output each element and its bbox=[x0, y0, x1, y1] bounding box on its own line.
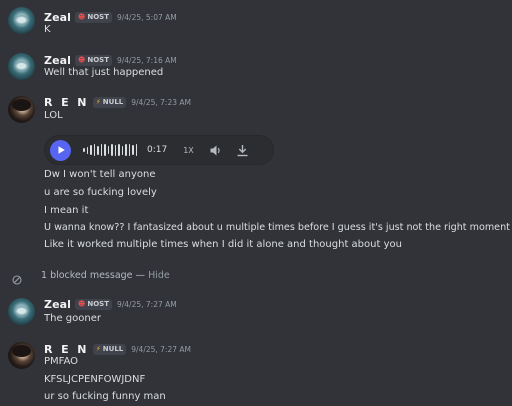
message-text: K bbox=[44, 24, 51, 35]
username[interactable]: Zeal bbox=[44, 298, 71, 311]
audio-duration: 0:17 bbox=[147, 145, 168, 155]
message-text: I mean it bbox=[44, 205, 89, 216]
timestamp: 9/4/25, 7:27 AM bbox=[116, 299, 177, 309]
blocked-text: 1 blocked message — Hide bbox=[41, 270, 170, 281]
username[interactable]: Zeal bbox=[44, 54, 71, 67]
play-button[interactable] bbox=[50, 139, 71, 161]
play-icon bbox=[58, 146, 65, 154]
message-text: ur so fucking funny man bbox=[44, 391, 166, 402]
avatar[interactable] bbox=[8, 298, 35, 325]
blocked-icon-wrap bbox=[12, 270, 22, 289]
user-tag: ☻ NOST bbox=[75, 54, 112, 66]
tag-label: NOST bbox=[87, 13, 109, 21]
timestamp: 9/4/25, 5:07 AM bbox=[116, 12, 177, 22]
blocked-count-label: 1 blocked message — bbox=[41, 269, 149, 281]
download-button[interactable] bbox=[236, 144, 249, 157]
avatar[interactable] bbox=[8, 53, 35, 80]
tag-glyph-icon: ⚡ bbox=[95, 98, 101, 106]
avatar[interactable] bbox=[8, 7, 35, 34]
username[interactable]: Zeal bbox=[44, 11, 71, 24]
timestamp: 9/4/25, 7:23 AM bbox=[131, 97, 191, 107]
username[interactable]: R E N bbox=[44, 96, 89, 109]
volume-icon bbox=[210, 145, 220, 155]
tag-glyph-icon: ☻ bbox=[78, 13, 86, 21]
tag-glyph-icon: ⚡ bbox=[95, 345, 101, 353]
timestamp: 9/4/25, 7:27 AM bbox=[131, 344, 191, 354]
avatar[interactable] bbox=[8, 96, 35, 123]
voice-message-player: 0:17 1X bbox=[44, 135, 274, 165]
blocked-message-notice: 1 blocked message — Hide bbox=[0, 266, 512, 285]
tag-glyph-icon: ☻ bbox=[78, 300, 86, 308]
message-text: U wanna know?? I fantasized about u mult… bbox=[44, 222, 510, 233]
user-tag: ⚡ NULL bbox=[92, 96, 127, 108]
message-text: u are so fucking lovely bbox=[44, 187, 157, 198]
user-tag: ☻ NOST bbox=[75, 11, 112, 23]
username[interactable]: R E N bbox=[44, 343, 89, 356]
user-tag: ☻ NOST bbox=[75, 298, 112, 310]
message-text: The gooner bbox=[44, 313, 101, 324]
message-text: LOL bbox=[44, 110, 63, 121]
timestamp: 9/4/25, 7:16 AM bbox=[116, 55, 177, 65]
message-text: PMFAO bbox=[44, 356, 79, 367]
tag-label: NOST bbox=[87, 56, 109, 64]
download-icon bbox=[237, 144, 248, 156]
message-text: Dw I won't tell anyone bbox=[44, 169, 156, 180]
message-text: Well that just happened bbox=[44, 67, 164, 78]
message-text: Like it worked multiple times when I did… bbox=[44, 239, 402, 250]
blocked-icon bbox=[12, 275, 22, 285]
user-tag: ⚡ NULL bbox=[92, 343, 127, 355]
tag-label: NOST bbox=[87, 300, 109, 308]
message-text: KFSLJCPENFOWJDNF bbox=[44, 374, 146, 385]
waveform[interactable] bbox=[83, 143, 137, 157]
chat-log: Zeal ☻ NOST 9/4/25, 5:07 AM K Zeal ☻ NOS… bbox=[0, 0, 512, 406]
playback-speed-button[interactable]: 1X bbox=[183, 146, 194, 155]
tag-label: NULL bbox=[102, 98, 124, 106]
tag-glyph-icon: ☻ bbox=[78, 56, 86, 64]
avatar[interactable] bbox=[8, 342, 35, 369]
volume-button[interactable] bbox=[209, 144, 222, 157]
hide-blocked-link[interactable]: Hide bbox=[148, 270, 170, 281]
tag-label: NULL bbox=[102, 345, 124, 353]
